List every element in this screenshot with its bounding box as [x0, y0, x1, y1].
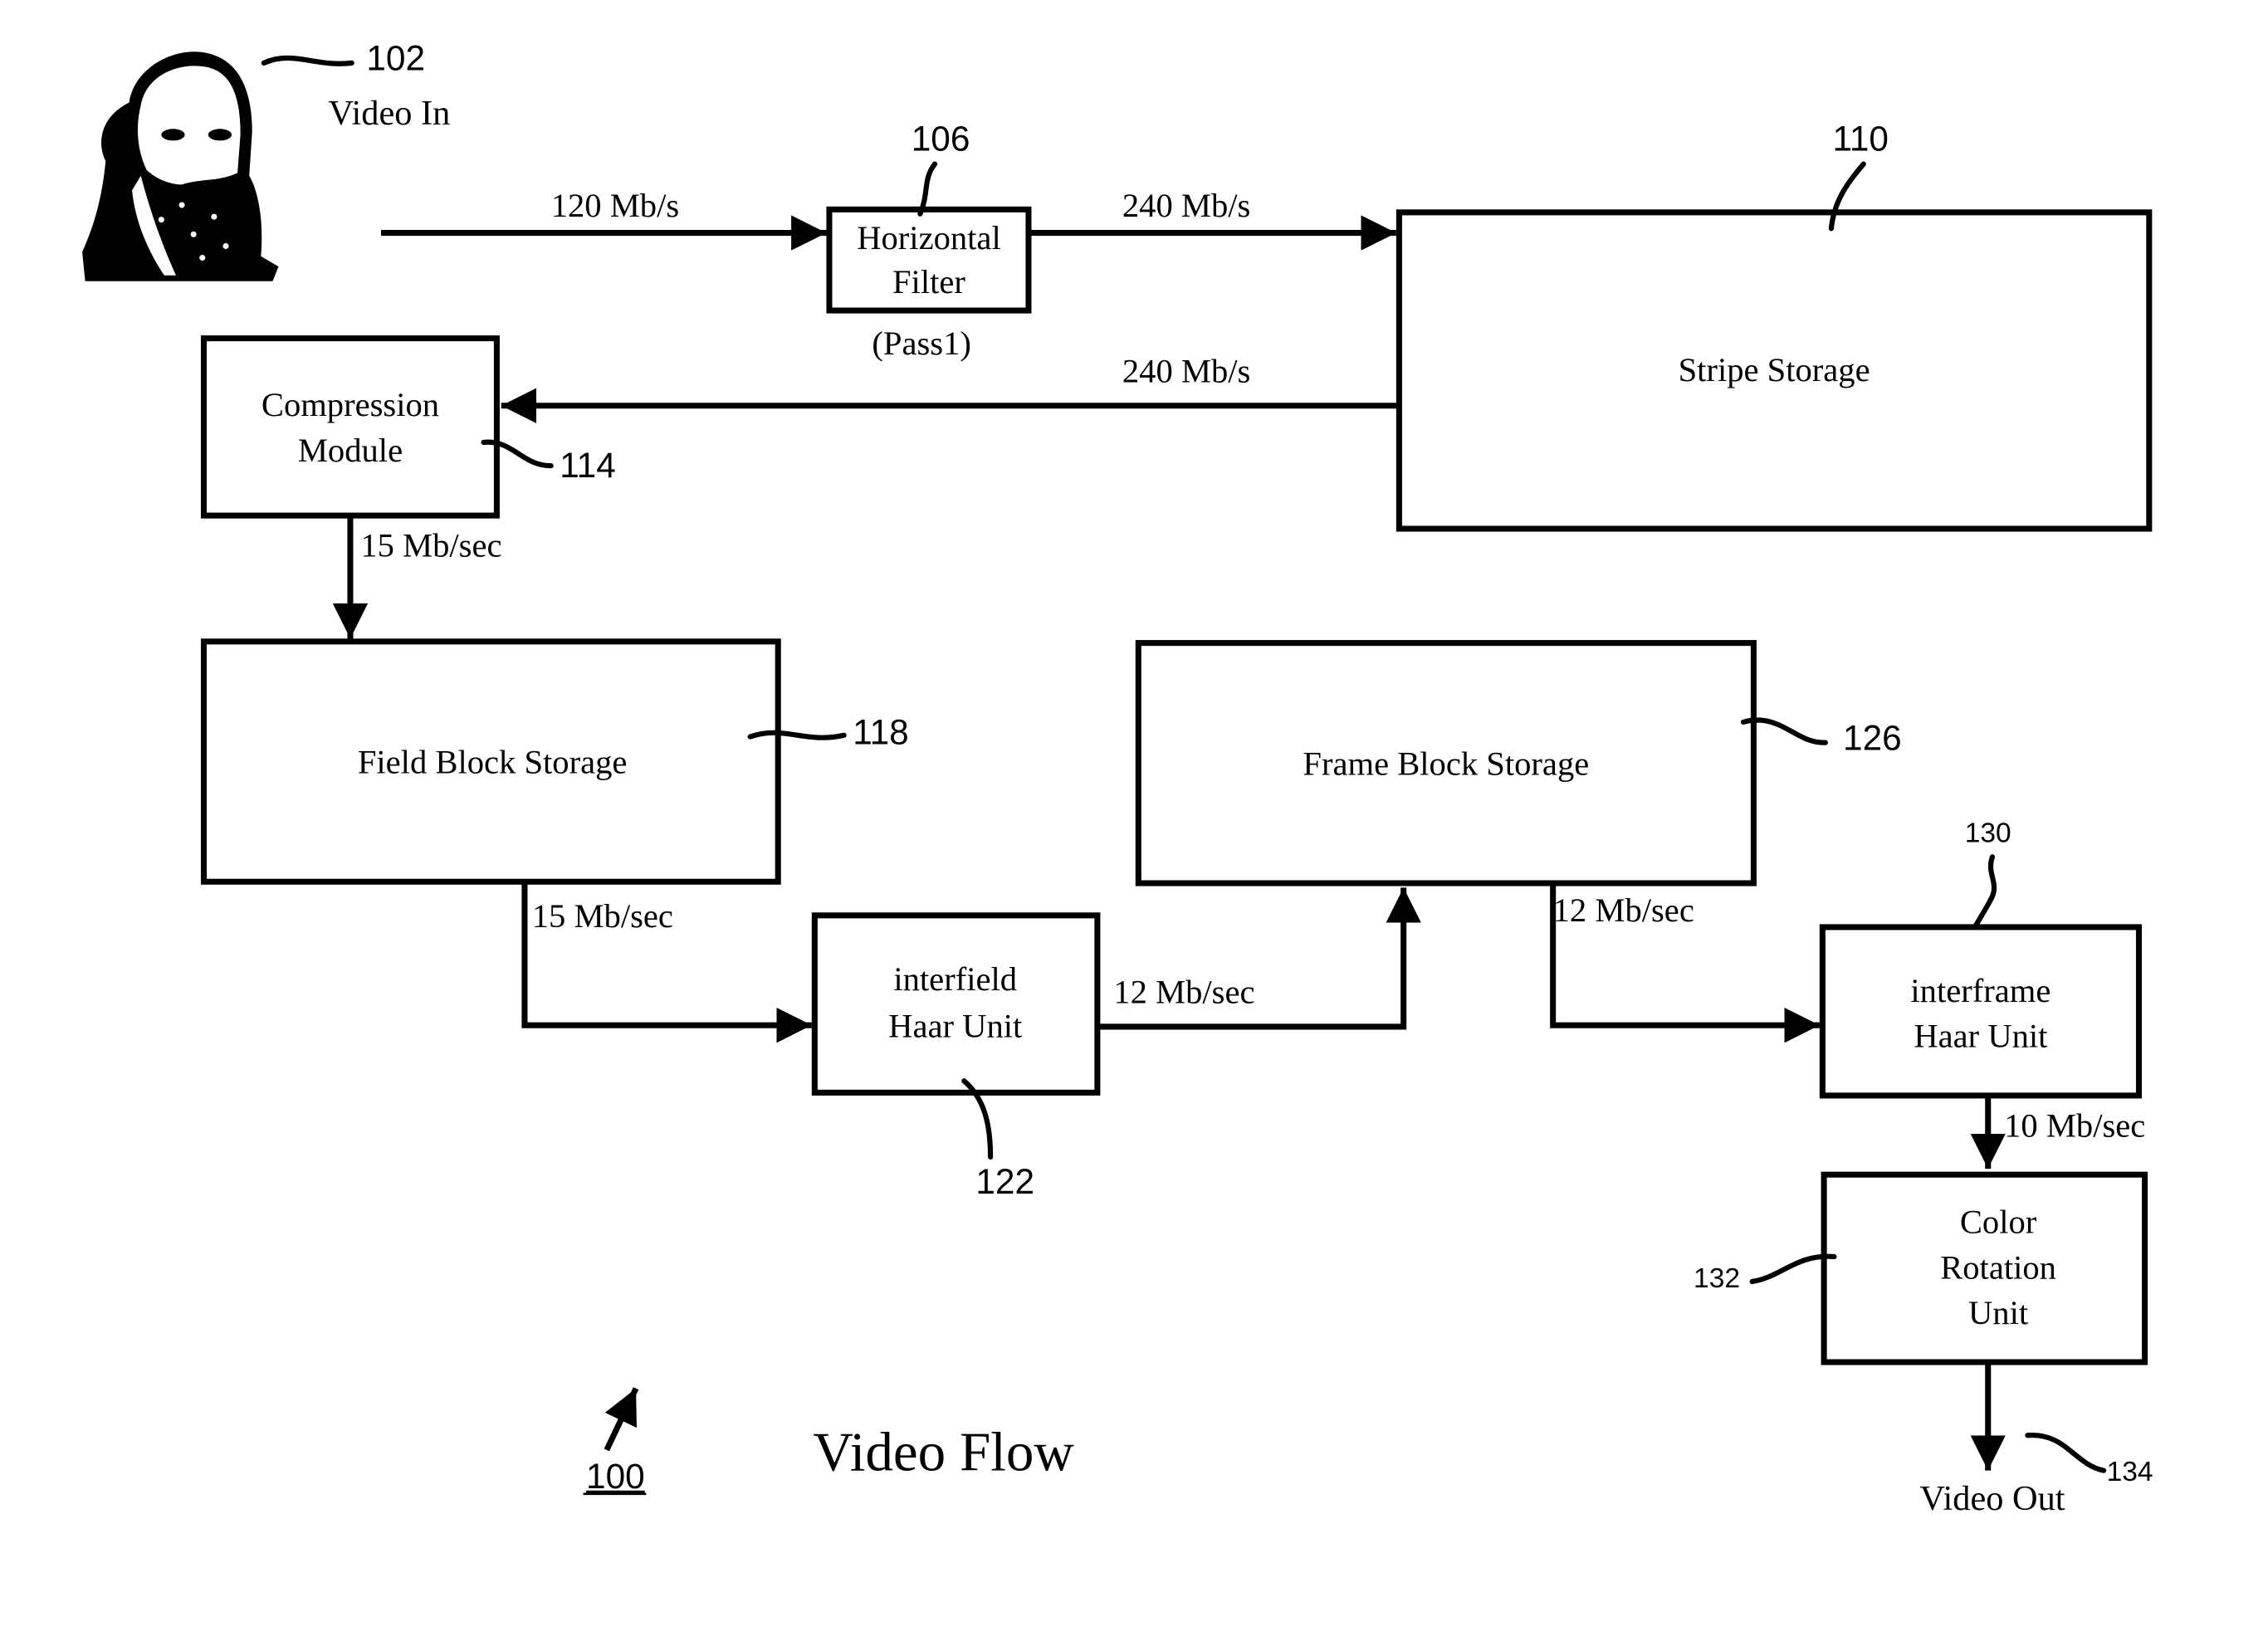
color-rotation-unit-block[interactable]: Color Rotation Unit [1821, 1171, 2148, 1365]
ref-label-122: 122 [975, 1162, 1034, 1201]
interframe-haar-line-1: interframe [1910, 972, 2050, 1009]
rate-label-interfield-to-frame: 12 Mb/sec [1113, 974, 1254, 1011]
ref-label-130: 130 [1965, 818, 2011, 849]
stripe-storage-block[interactable]: Stripe Storage [1396, 209, 2153, 532]
compression-module-block[interactable]: Compression Module [200, 335, 500, 519]
field-block-storage-block[interactable]: Field Block Storage [200, 638, 781, 885]
video-out-label: Video Out [1920, 1479, 2065, 1518]
ref-label-126: 126 [1843, 718, 1902, 757]
interframe-haar-unit-block[interactable]: interframe Haar Unit [1819, 924, 2143, 1099]
horizontal-filter-line-1: Horizontal [857, 219, 1001, 256]
color-rotation-line-3: Unit [1968, 1294, 2029, 1331]
horizontal-filter-pass-note: (Pass1) [872, 325, 970, 362]
field-block-storage-label: Field Block Storage [358, 744, 628, 781]
ref-label-110: 110 [1832, 120, 1888, 159]
diagram-title: Video Flow [813, 1421, 1074, 1483]
rate-label-field-to-interfield: 15 Mb/sec [532, 897, 673, 935]
horizontal-filter-block[interactable]: Horizontal Filter [826, 206, 1032, 314]
figure-ref-label: 100 [586, 1457, 645, 1496]
rate-label-filter-to-stripe: 240 Mb/s [1122, 187, 1250, 224]
frame-block-storage-block[interactable]: Frame Block Storage [1135, 640, 1757, 886]
rate-label-interframe-to-color: 10 Mb/sec [2004, 1106, 2145, 1144]
interframe-haar-line-2: Haar Unit [1914, 1018, 2048, 1055]
ref-leader-102 [261, 55, 354, 66]
compression-module-line-2: Module [298, 432, 403, 469]
ref-label-132: 132 [1694, 1263, 1740, 1294]
figure-ref-arrow-icon [604, 1387, 639, 1452]
color-rotation-line-2: Rotation [1940, 1248, 2056, 1286]
rate-label-stripe-to-compression: 240 Mb/s [1122, 353, 1250, 390]
ref-label-106: 106 [912, 120, 970, 159]
rate-label-frame-to-interframe: 12 Mb/sec [1553, 891, 1694, 929]
color-rotation-line-1: Color [1960, 1204, 2037, 1241]
ref-label-118: 118 [853, 712, 908, 751]
ref-leader-134 [2025, 1433, 2107, 1473]
frame-block-storage-label: Frame Block Storage [1303, 745, 1589, 782]
video-in-label: Video In [328, 94, 450, 133]
video-flow-diagram: 102 Video In 120 Mb/s Horizontal Filter … [82, 39, 2153, 1518]
portrait-photo-icon [82, 51, 279, 281]
ref-label-102: 102 [366, 39, 425, 78]
stripe-storage-label: Stripe Storage [1679, 351, 1870, 388]
rate-label-video-in: 120 Mb/s [551, 187, 679, 224]
horizontal-filter-line-2: Filter [892, 263, 965, 300]
ref-label-114: 114 [560, 446, 615, 485]
interfield-haar-line-2: Haar Unit [888, 1007, 1023, 1044]
ref-leader-130 [1972, 854, 1997, 930]
interfield-haar-unit-block[interactable]: interfield Haar Unit [811, 912, 1101, 1096]
interfield-haar-line-1: interfield [893, 960, 1017, 998]
ref-leader-106 [917, 161, 938, 217]
ref-label-134: 134 [2107, 1457, 2153, 1487]
compression-module-line-1: Compression [262, 386, 439, 423]
rate-label-compression-to-field: 15 Mb/sec [360, 527, 501, 564]
